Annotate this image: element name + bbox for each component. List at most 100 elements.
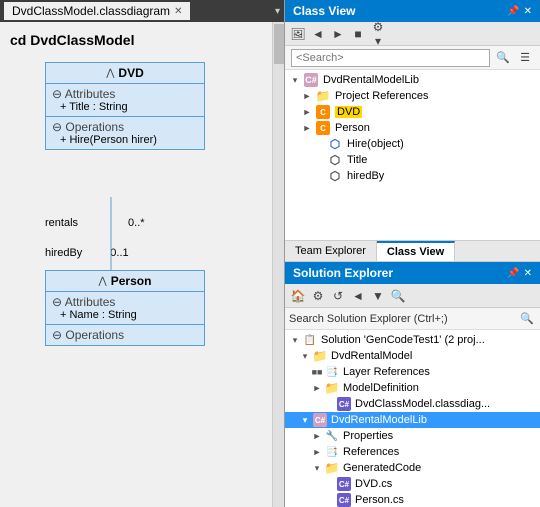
se-label-personcs: Person.cs xyxy=(355,494,404,506)
se-arrow-properties[interactable]: ► xyxy=(311,431,323,441)
se-arrow-dvdrentalmodellibactive[interactable]: ▾ xyxy=(299,415,311,426)
se-item-generatedcode[interactable]: ▾ 📁 GeneratedCode xyxy=(285,460,540,476)
cv-search-input[interactable] xyxy=(291,49,490,67)
se-arrow-references[interactable]: ► xyxy=(311,447,323,457)
cv-search-button[interactable]: 🔍 xyxy=(494,49,512,67)
diagram-tab-label: DvdClassModel.classdiagram xyxy=(12,4,170,18)
prop-icon-hiredby: ⬡ xyxy=(328,169,342,183)
dvd-class-box[interactable]: ⋀ DVD ⊖ Attributes + Title : String ⊖ Op… xyxy=(45,62,205,150)
tree-item-hireobject[interactable]: ⬡ Hire(object) xyxy=(285,136,540,152)
se-item-dvdcs[interactable]: C# DVD.cs xyxy=(285,476,540,492)
se-label-dvdrentalmodel: DvdRentalModel xyxy=(331,350,412,362)
cv-tree: ▾ C# DvdRentalModelLib ► 📁 Project Refer… xyxy=(285,70,540,240)
tab-class-view[interactable]: Class View xyxy=(377,241,455,261)
se-label-generatedcode: GeneratedCode xyxy=(343,462,421,474)
pin-icon[interactable]: 📌 xyxy=(507,6,519,17)
class-view-title: Class View xyxy=(293,4,355,18)
se-label-modeldefinition: ModelDefinition xyxy=(343,382,419,394)
se-label-solution: Solution 'GenCodeTest1' (2 proj... xyxy=(321,334,485,346)
folder-icon-projectrefs: 📁 xyxy=(316,89,330,103)
cv-toolbar: 🖼 ◄ ► ■ ⚙ ▾ xyxy=(285,22,540,46)
se-arrow-modeldefinition[interactable]: ► xyxy=(311,383,323,393)
person-corner-icon: ⋀ xyxy=(99,276,107,287)
arrow-dvd[interactable]: ► xyxy=(301,107,313,117)
se-icon-personcs: C# xyxy=(337,493,351,507)
method-icon-hire: ⬡ xyxy=(328,137,342,151)
se-pin-icon[interactable]: 📌 xyxy=(507,268,519,279)
back-btn[interactable]: ◄ xyxy=(309,25,327,43)
vertical-scrollbar[interactable] xyxy=(272,22,284,507)
prop-icon-title: ⬡ xyxy=(328,153,342,167)
person-operations-section: ⊖ Operations xyxy=(46,325,204,345)
se-arrow-generatedcode[interactable]: ▾ xyxy=(311,463,323,474)
se-toolbar-back[interactable]: ◄ xyxy=(349,287,367,305)
tree-item-dvd[interactable]: ► C DVD xyxy=(285,104,540,120)
se-item-personcs[interactable]: C# Person.cs xyxy=(285,492,540,507)
class-view-title-bar: Class View 📌 ✕ xyxy=(285,0,540,22)
se-item-dvdrentalmodel[interactable]: ▾ 📁 DvdRentalModel xyxy=(285,348,540,364)
tree-item-dvdrentalmodellib[interactable]: ▾ C# DvdRentalModelLib xyxy=(285,72,540,88)
se-title: Solution Explorer xyxy=(293,266,393,280)
label-projectrefs: Project References xyxy=(335,90,429,102)
se-search-btn[interactable]: 🔍 xyxy=(518,310,536,328)
bottom-tab-row: Team Explorer Class View xyxy=(285,240,540,262)
arrow-person[interactable]: ► xyxy=(301,123,313,133)
settings-btn[interactable]: ⚙ ▾ xyxy=(369,25,387,43)
solution-explorer-section: Solution Explorer 📌 ✕ 🏠 ⚙ ↺ ◄ ▼ 🔍 Search… xyxy=(285,262,540,507)
dvd-operations-section: ⊖ Operations + Hire(Person hirer) xyxy=(46,117,204,149)
tab-close-icon[interactable]: ✕ xyxy=(174,6,182,17)
diagram-canvas: cd DvdClassModel ⋀ DVD ⊖ Attributes + Ti… xyxy=(0,22,284,507)
se-item-dvdrentalmodellibactive[interactable]: ▾ C# DvdRentalModelLib xyxy=(285,412,540,428)
tab-dropdown-icon[interactable]: ▾ xyxy=(275,6,280,17)
close-icon-cv[interactable]: ✕ xyxy=(524,6,532,17)
se-toolbar-props[interactable]: ⚙ xyxy=(309,287,327,305)
se-toolbar-filter[interactable]: ▼ xyxy=(369,287,387,305)
se-toolbar-refresh[interactable]: ↺ xyxy=(329,287,347,305)
se-item-layerrefs[interactable]: ■■ 📑 Layer References xyxy=(285,364,540,380)
se-item-properties[interactable]: ► 🔧 Properties xyxy=(285,428,540,444)
scrollbar-thumb[interactable] xyxy=(274,24,284,64)
se-item-solution[interactable]: ▾ 📋 Solution 'GenCodeTest1' (2 proj... xyxy=(285,332,540,348)
se-tree: ▾ 📋 Solution 'GenCodeTest1' (2 proj... ▾… xyxy=(285,330,540,507)
se-search-bar: Search Solution Explorer (Ctrl+;) 🔍 xyxy=(285,308,540,330)
arrow-projectrefs[interactable]: ► xyxy=(301,91,313,101)
person-operations-title: ⊖ Operations xyxy=(52,328,198,342)
se-label-dvdclassdiag: DvdClassModel.classdiag... xyxy=(355,398,490,410)
arrow-dvdrentalmodellib[interactable]: ▾ xyxy=(289,75,301,86)
se-icon-solution: 📋 xyxy=(303,333,317,347)
se-close-icon[interactable]: ✕ xyxy=(524,268,532,279)
person-class-box[interactable]: ⋀ Person ⊖ Attributes + Name : String ⊖ … xyxy=(45,270,205,346)
lib-icon: C# xyxy=(304,73,318,87)
person-attributes-section: ⊖ Attributes + Name : String xyxy=(46,292,204,325)
se-toolbar: 🏠 ⚙ ↺ ◄ ▼ 🔍 xyxy=(285,284,540,308)
image-btn[interactable]: 🖼 xyxy=(289,25,307,43)
tab-team-explorer[interactable]: Team Explorer xyxy=(285,241,377,261)
se-label-dvdrentalmodellibactive: DvdRentalModelLib xyxy=(331,414,427,426)
tree-item-person[interactable]: ► C Person xyxy=(285,120,540,136)
forward-btn[interactable]: ► xyxy=(329,25,347,43)
se-toolbar-home[interactable]: 🏠 xyxy=(289,287,307,305)
se-item-modeldefinition[interactable]: ► 📁 ModelDefinition xyxy=(285,380,540,396)
se-item-dvdclassdiag[interactable]: C# DvdClassModel.classdiag... xyxy=(285,396,540,412)
se-icon-dvdrentalmodel: 📁 xyxy=(313,349,327,363)
tree-item-title-prop[interactable]: ⬡ Title xyxy=(285,152,540,168)
se-arrow-solution[interactable]: ▾ xyxy=(289,335,301,346)
diagram-title: cd DvdClassModel xyxy=(10,32,274,48)
se-icon-properties: 🔧 xyxy=(325,429,339,443)
se-label-layerrefs: Layer References xyxy=(343,366,430,378)
se-icon-layerrefs: 📑 xyxy=(325,365,339,379)
rentals-multiplicity: 0..* xyxy=(128,217,145,229)
stop-btn[interactable]: ■ xyxy=(349,25,367,43)
person-class-icon: C xyxy=(316,121,330,135)
se-item-references[interactable]: ► 📑 References xyxy=(285,444,540,460)
se-icon-modeldefinition: 📁 xyxy=(325,381,339,395)
se-toolbar-search[interactable]: 🔍 xyxy=(389,287,407,305)
dvd-operations-title: ⊖ Operations xyxy=(52,120,198,134)
cv-filter-button[interactable]: ☰ xyxy=(516,49,534,67)
se-title-icons: 📌 ✕ xyxy=(507,268,532,279)
se-arrow-dvdrentalmodel[interactable]: ▾ xyxy=(299,351,311,362)
diagram-tab[interactable]: DvdClassModel.classdiagram ✕ xyxy=(4,2,190,20)
cv-search-bar: 🔍 ☰ xyxy=(285,46,540,70)
tree-item-projectrefs[interactable]: ► 📁 Project References xyxy=(285,88,540,104)
tree-item-hiredby[interactable]: ⬡ hiredBy xyxy=(285,168,540,184)
